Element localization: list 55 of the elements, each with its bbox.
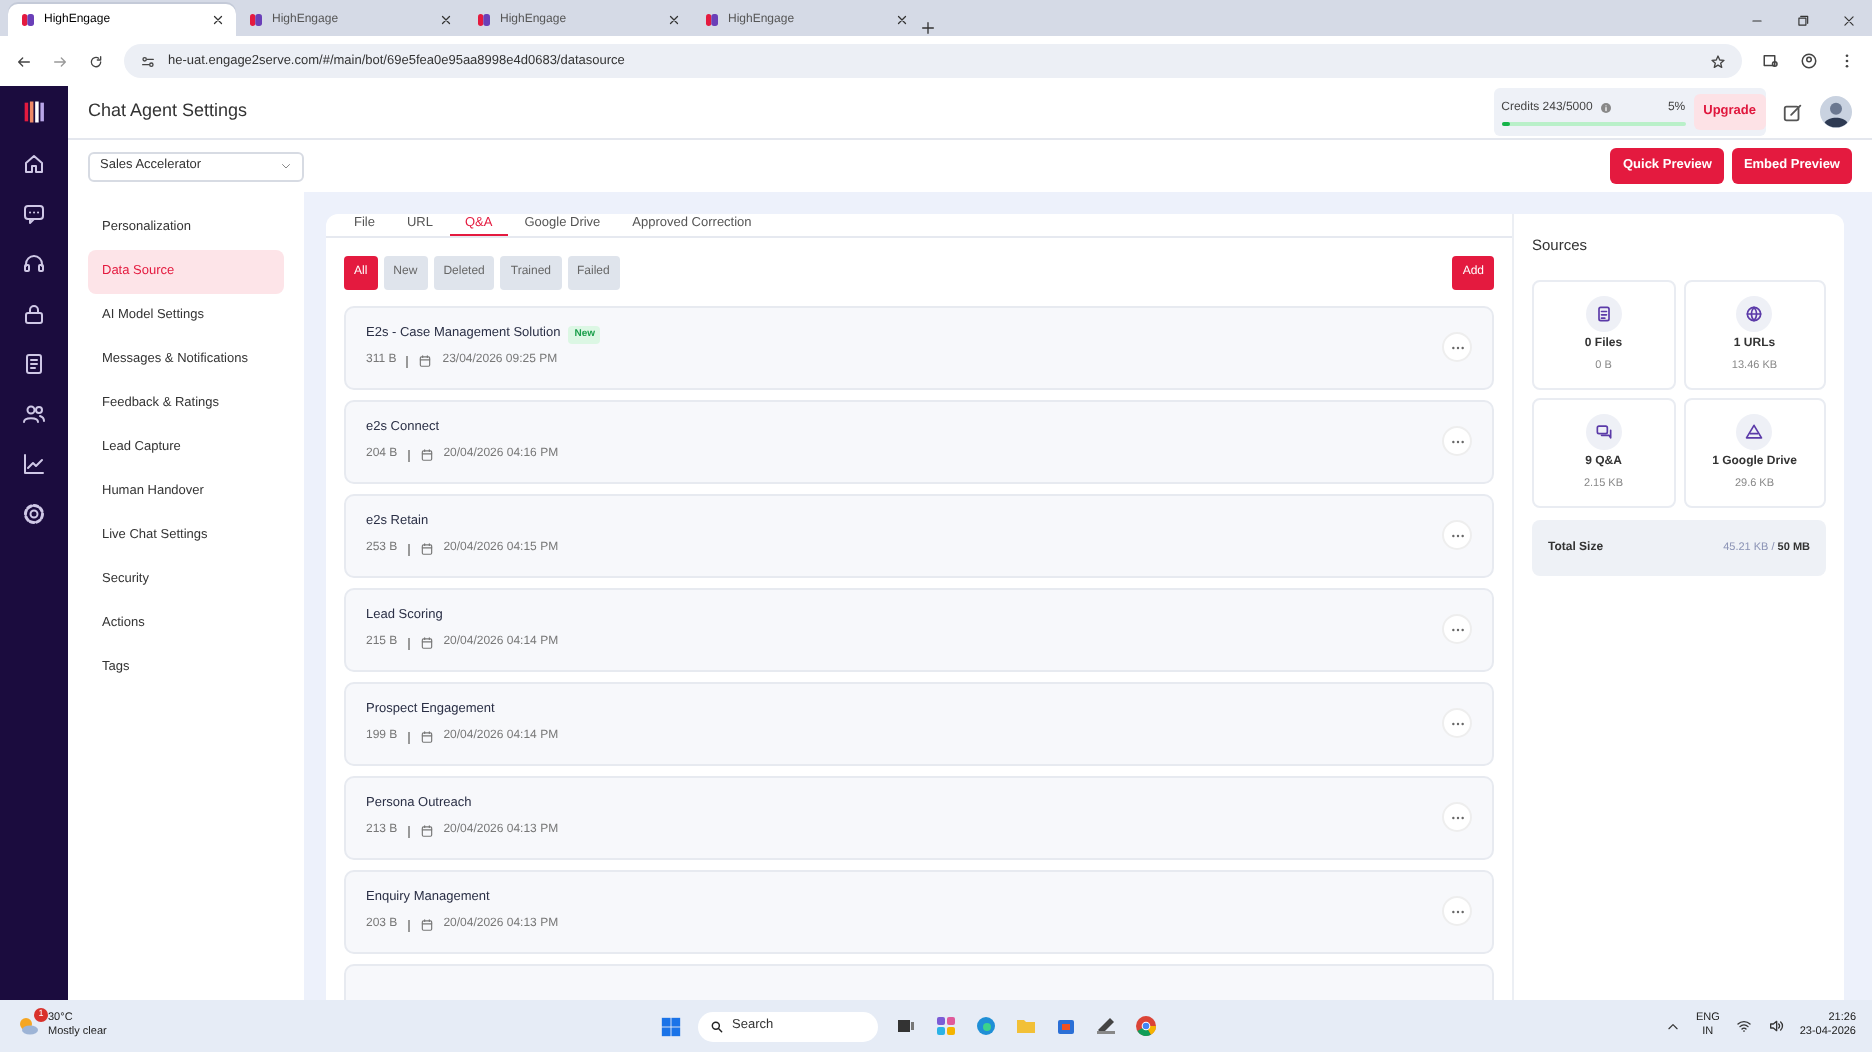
star-icon[interactable]: [1710, 53, 1726, 69]
weather-icon[interactable]: [16, 1014, 40, 1038]
back-icon[interactable]: [16, 53, 32, 69]
close-icon[interactable]: [440, 14, 452, 26]
close-icon[interactable]: [896, 14, 908, 26]
chevron-down-icon: [280, 160, 292, 172]
chat-bubbles-icon: [1593, 422, 1614, 443]
app-logo-icon: [704, 12, 720, 28]
forward-icon[interactable]: [52, 53, 68, 69]
close-icon[interactable]: [668, 14, 680, 26]
calendar-icon: [419, 542, 434, 557]
task-view-icon[interactable]: [894, 1014, 918, 1038]
users-icon[interactable]: [22, 402, 46, 426]
document-icon: [1593, 304, 1614, 325]
home-icon[interactable]: [22, 152, 46, 176]
globe-icon: [1744, 304, 1765, 325]
profile-icon[interactable]: [1800, 52, 1818, 70]
new-tab-icon[interactable]: [920, 20, 936, 36]
speaker-icon[interactable]: [1767, 1018, 1784, 1034]
lock-icon[interactable]: [22, 302, 46, 326]
edit-icon[interactable]: [1782, 101, 1804, 123]
search-icon: [710, 1019, 724, 1033]
minimize-icon[interactable]: [1750, 14, 1764, 28]
calendar-icon: [418, 354, 433, 369]
chevron-up-icon[interactable]: [1665, 1019, 1680, 1033]
browser-icon[interactable]: [974, 1014, 998, 1038]
app-icon[interactable]: [934, 1014, 958, 1038]
app-logo-icon: [20, 12, 36, 28]
calendar-icon: [419, 448, 434, 463]
wifi-icon[interactable]: [1735, 1018, 1752, 1034]
windows-icon[interactable]: [660, 1015, 682, 1037]
calendar-icon: [419, 824, 434, 839]
site-info-icon[interactable]: [140, 53, 156, 69]
restore-icon[interactable]: [1796, 14, 1810, 28]
app-logo-icon: [476, 12, 492, 28]
logo-icon: [20, 98, 48, 126]
headset-icon[interactable]: [22, 252, 46, 276]
calendar-icon: [419, 918, 434, 933]
reload-icon[interactable]: [88, 53, 104, 69]
settings-icon[interactable]: [22, 502, 46, 526]
info-icon: [1600, 102, 1613, 114]
chat-icon[interactable]: [22, 202, 46, 226]
notes-icon[interactable]: [22, 352, 46, 376]
extension-icon[interactable]: [1762, 52, 1780, 70]
avatar-icon[interactable]: [1820, 96, 1852, 128]
page-title: Chat Agent Settings: [88, 98, 248, 125]
close-icon[interactable]: [1842, 14, 1856, 28]
chrome-icon[interactable]: [1134, 1014, 1158, 1038]
calendar-icon: [419, 636, 434, 651]
calendar-icon: [419, 730, 434, 745]
close-icon[interactable]: [212, 14, 224, 26]
chart-icon[interactable]: [22, 452, 46, 476]
store-icon[interactable]: [1054, 1014, 1078, 1038]
triangle-icon: [1744, 422, 1765, 443]
app-logo-icon: [248, 12, 264, 28]
